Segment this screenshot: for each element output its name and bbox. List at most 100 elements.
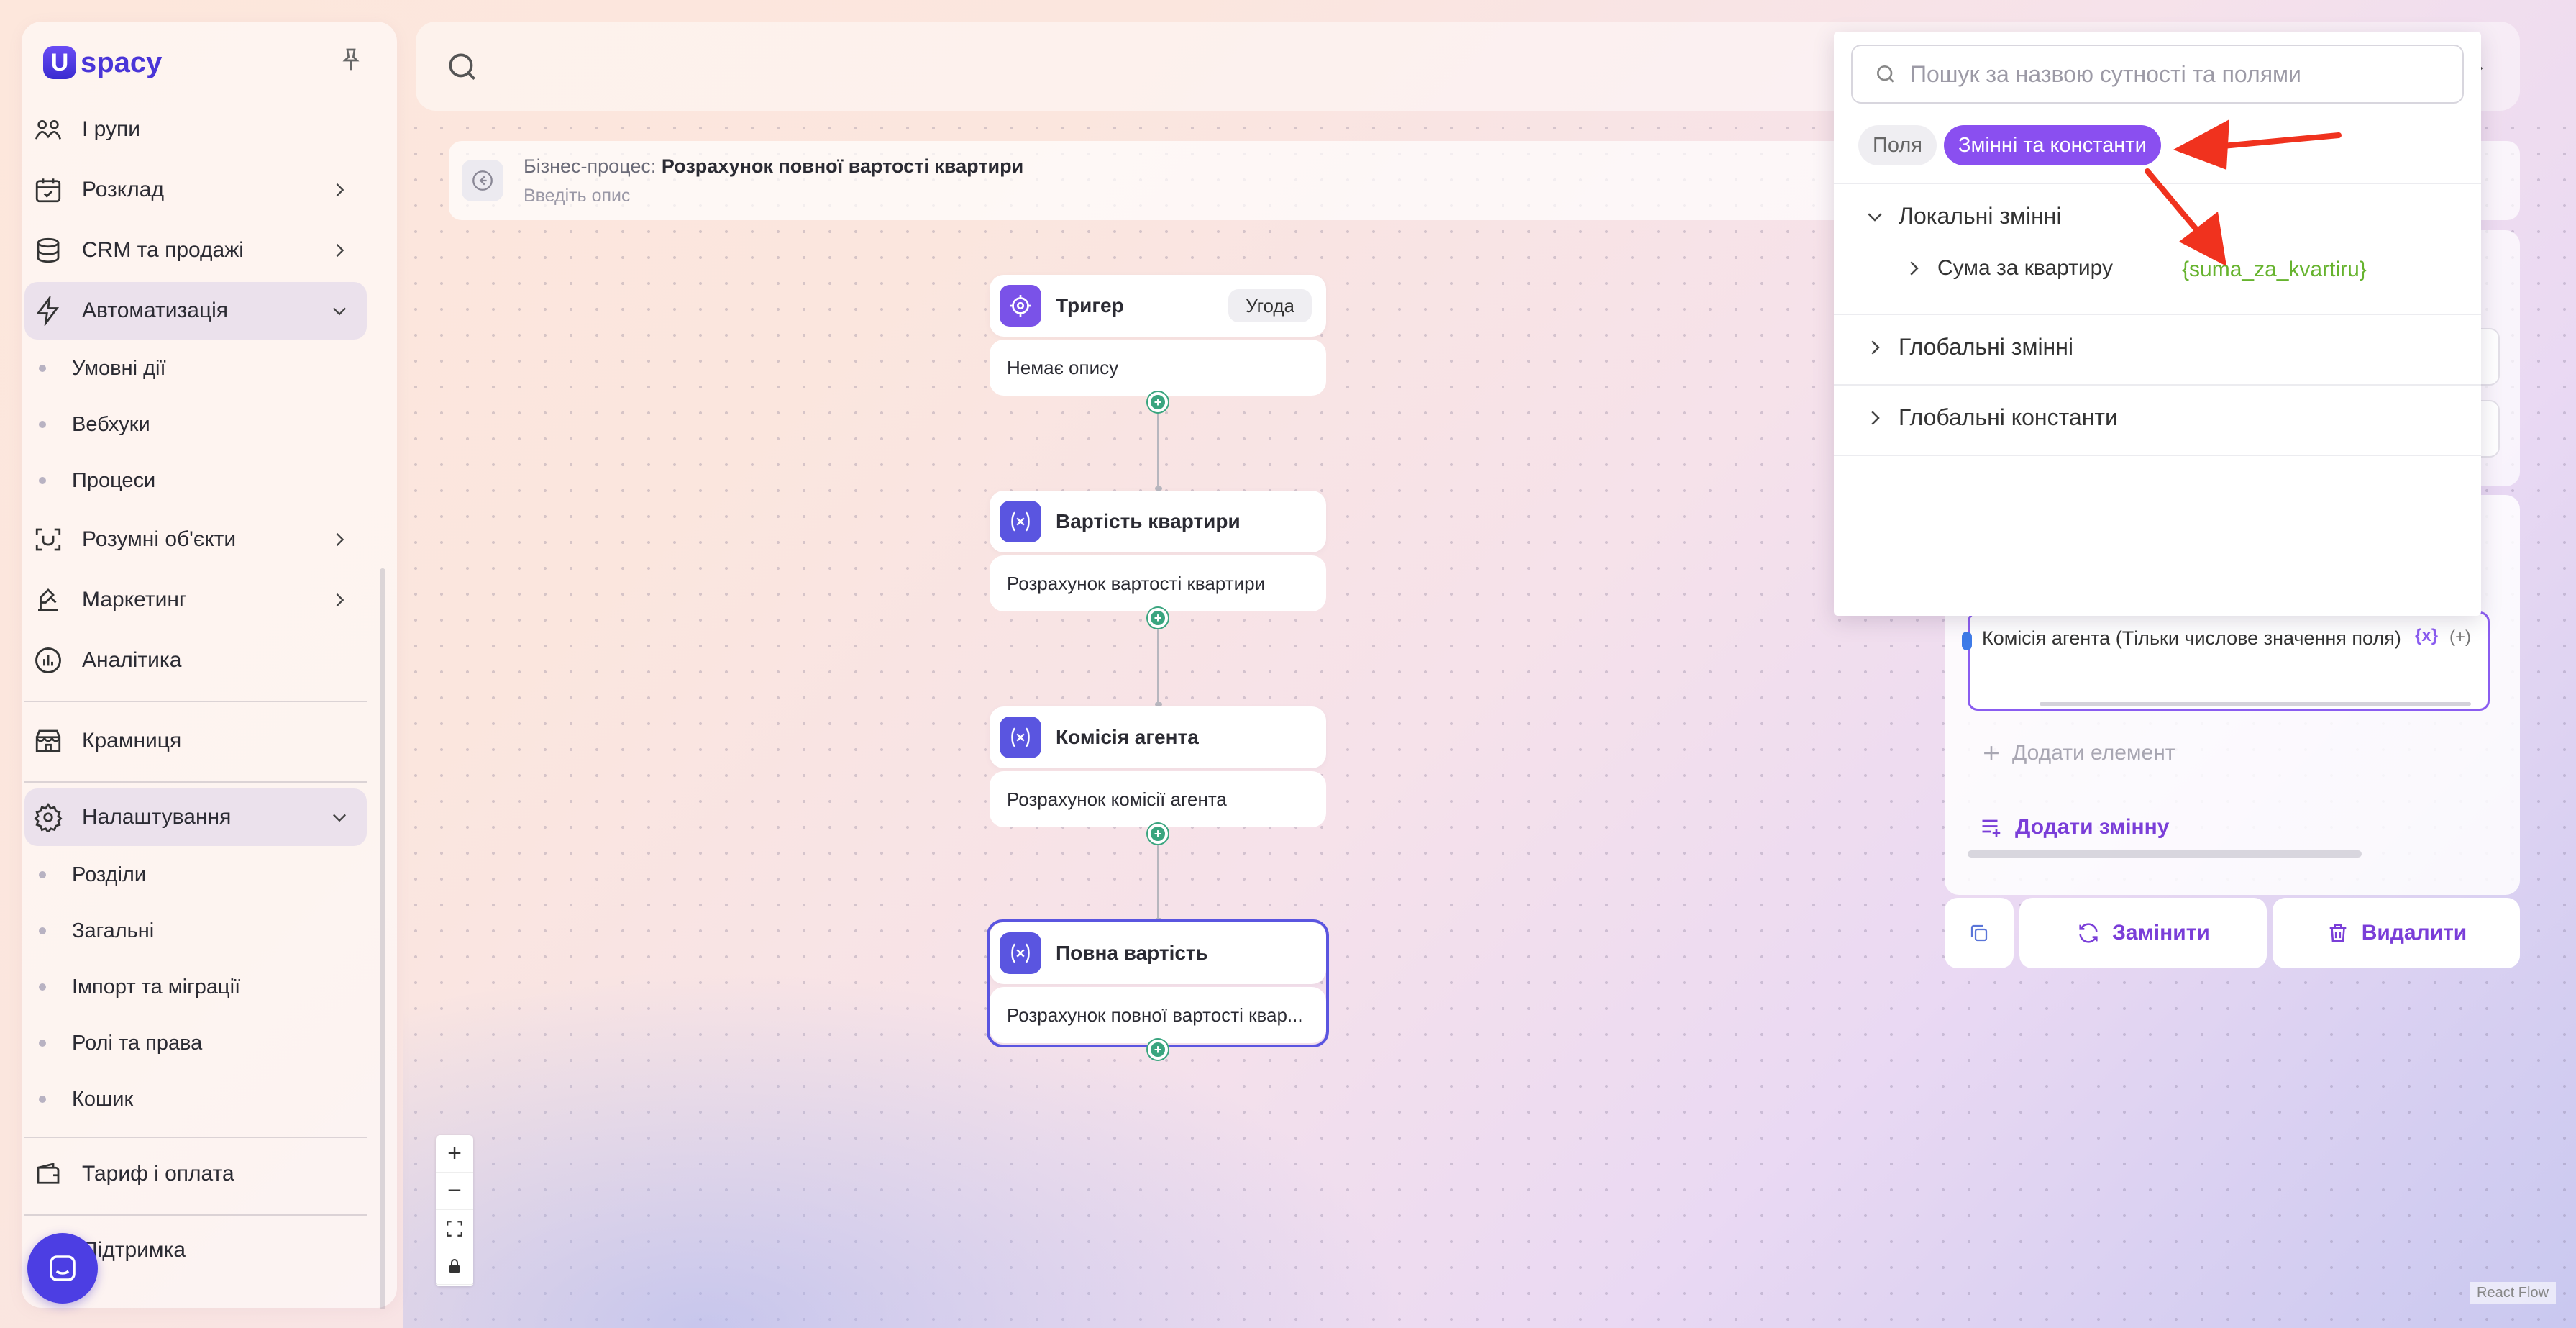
sidebar-item-label: Підтримка [82, 1238, 186, 1262]
node-description[interactable]: Розрахунок комісії агента [990, 771, 1326, 827]
dropdown-divider [1834, 183, 2481, 184]
analytics-icon [30, 642, 66, 678]
sidebar-item-groups[interactable]: І рупи [24, 101, 367, 158]
tree-group-global-variables[interactable]: Глобальні змінні [1864, 334, 2073, 360]
sidebar-item-store[interactable]: Крамниця [24, 712, 367, 770]
flow-node-agent-commission[interactable]: Комісія агента [990, 706, 1326, 768]
lock-button[interactable] [436, 1247, 473, 1285]
pin-icon[interactable] [337, 46, 365, 75]
chevron-down-icon [333, 814, 346, 822]
wallet-icon [30, 1156, 66, 1192]
dropdown-search-input[interactable] [1910, 60, 2442, 88]
chevron-right-icon [1871, 340, 1880, 355]
sidebar-item-marketing[interactable]: Маркетинг [24, 571, 367, 629]
sidebar-item-label: Тариф і оплата [82, 1162, 234, 1186]
add-variable-button[interactable]: Додати змінну [1979, 814, 2169, 840]
fit-view-button[interactable] [436, 1210, 473, 1247]
arrow-left-icon [472, 170, 493, 191]
sidebar-subitem-sections[interactable]: Розділи [39, 853, 146, 896]
sidebar-subitem-processes[interactable]: Процеси [39, 459, 155, 502]
refresh-icon [2079, 923, 2098, 943]
scan-icon [30, 522, 66, 558]
sidebar-divider [24, 1214, 367, 1216]
sidebar-subitem-import[interactable]: Імпорт та міграції [39, 965, 240, 1009]
sidebar-subitem-general[interactable]: Загальні [39, 909, 154, 952]
chat-widget-button[interactable] [27, 1233, 98, 1304]
marketing-icon [30, 582, 66, 618]
react-flow-attribution[interactable]: React Flow [2470, 1282, 2557, 1304]
flow-node-apartment-cost[interactable]: Вартість квартири [990, 491, 1326, 552]
panel-scrollbar[interactable] [1968, 850, 2362, 858]
lock-icon [449, 1258, 460, 1273]
sidebar-divider [24, 1137, 367, 1138]
node-description[interactable]: Розрахунок вартості квартири [990, 555, 1326, 611]
tree-item-sum-for-apartment[interactable]: Сума за квартиру [1903, 256, 2113, 281]
sidebar-subitem-webhooks[interactable]: Вебхуки [39, 403, 150, 446]
sidebar-item-smart-objects[interactable]: Розумні об'єкти [24, 511, 367, 568]
sidebar-item-label: Маркетинг [82, 588, 187, 611]
node-title: Тригер [1056, 294, 1124, 317]
formula-add-chip[interactable]: (+) [2449, 627, 2471, 647]
lightning-icon [30, 293, 66, 329]
tree-group-global-constants[interactable]: Глобальні константи [1864, 404, 2118, 431]
node-badge: Угода [1228, 289, 1312, 322]
sidebar-item-billing[interactable]: Тариф і оплата [24, 1145, 367, 1203]
sidebar-item-label: Розклад [82, 178, 164, 201]
plus-icon [1984, 746, 1999, 760]
formula-scrollbar[interactable] [2040, 702, 2471, 706]
node-add-handle[interactable] [1148, 824, 1168, 844]
sidebar-item-settings[interactable]: Налаштування [24, 788, 367, 846]
sidebar-item-schedule[interactable]: Розклад [24, 161, 367, 219]
node-title: Комісія агента [1056, 726, 1199, 748]
chevron-down-icon [1868, 212, 1882, 222]
groups-icon [30, 112, 66, 147]
fit-view-icon [447, 1220, 462, 1237]
tab-variables-constants[interactable]: Змінні та константи [1943, 125, 2161, 165]
node-add-handle[interactable] [1148, 1040, 1168, 1060]
store-icon [30, 723, 66, 759]
dropdown-search [1851, 45, 2464, 104]
sidebar-item-automation[interactable]: Автоматизація [24, 282, 367, 340]
sidebar-scrollbar[interactable] [380, 568, 385, 1309]
tab-fields[interactable]: Поля [1858, 125, 1937, 165]
process-label: Бізнес-процес: [524, 155, 657, 177]
chat-icon [50, 1255, 76, 1281]
formula-variable-chip[interactable]: {x} [2415, 626, 2438, 646]
zoom-in-button[interactable]: + [436, 1135, 473, 1173]
logo[interactable]: U spacy [43, 46, 162, 79]
list-add-icon [1982, 819, 2001, 837]
flow-node-trigger[interactable]: Тригер Угода [990, 275, 1326, 337]
sidebar-item-label: Автоматизація [82, 299, 229, 322]
node-add-handle[interactable] [1148, 392, 1168, 412]
formula-input[interactable] [1968, 611, 2490, 711]
copy-button[interactable] [1945, 898, 2014, 968]
zoom-out-button[interactable]: − [436, 1173, 473, 1210]
database-icon [30, 232, 66, 268]
sidebar-divider [24, 701, 367, 702]
sidebar-subitem-conditional[interactable]: Умовні дії [39, 347, 166, 390]
tree-item-label: Сума за квартиру [1937, 256, 2114, 280]
node-add-handle[interactable] [1148, 608, 1168, 628]
delete-button[interactable]: Видалити [2273, 898, 2520, 968]
node-description[interactable]: Немає опису [990, 340, 1326, 396]
replace-label: Замінити [2112, 921, 2210, 945]
sidebar-item-crm[interactable]: CRM та продажі [24, 222, 367, 279]
formula-cursor-handle[interactable] [1962, 632, 1972, 650]
sidebar-item-analytics[interactable]: Аналітика [24, 632, 367, 689]
add-element-button[interactable]: Додати елемент [1979, 741, 2175, 765]
sidebar-item-label: Налаштування [82, 805, 232, 829]
variable-icon [1000, 717, 1041, 758]
chevron-right-icon [336, 593, 344, 606]
sidebar-subitem-trash[interactable]: Кошик [39, 1078, 133, 1121]
dropdown-divider [1834, 384, 2481, 386]
process-description[interactable]: Введіть опис [524, 186, 631, 206]
logo-mark: U [43, 46, 76, 79]
sidebar-subitem-roles[interactable]: Ролі та права [39, 1022, 202, 1065]
tree-group-local-variables[interactable]: Локальні змінні [1864, 203, 2062, 229]
variable-code[interactable]: {suma_za_kvartiru} [2182, 258, 2367, 282]
replace-button[interactable]: Замінити [2019, 898, 2267, 968]
add-variable-label: Додати змінну [2015, 815, 2170, 839]
formula-text: Комісія агента (Тільки числове значення … [1982, 627, 2401, 649]
back-button[interactable] [462, 160, 503, 201]
process-title[interactable]: Бізнес-процес: Розрахунок повної вартост… [524, 155, 1023, 178]
